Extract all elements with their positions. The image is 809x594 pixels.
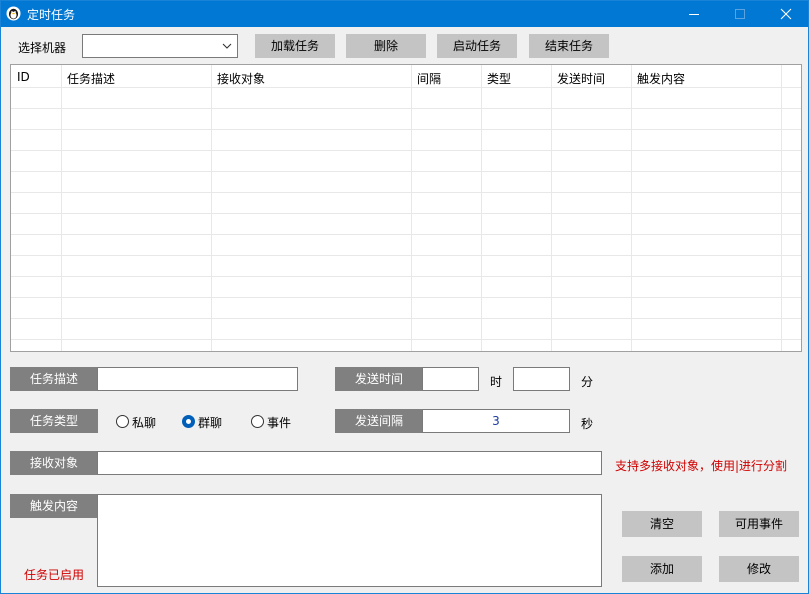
task-type-label: 任务类型 bbox=[10, 409, 98, 433]
machine-label: 选择机器 bbox=[18, 41, 67, 55]
column-header-type[interactable]: 类型 bbox=[487, 70, 511, 87]
column-header-receiver[interactable]: 接收对象 bbox=[217, 70, 265, 87]
trigger-content-textarea[interactable] bbox=[97, 494, 602, 587]
load-tasks-button[interactable]: 加载任务 bbox=[255, 34, 335, 58]
task-table-gridlines bbox=[11, 65, 801, 351]
column-header-content[interactable]: 触发内容 bbox=[637, 70, 685, 87]
radio-private-label: 私聊 bbox=[132, 416, 157, 430]
radio-event-indicator bbox=[251, 415, 264, 428]
radio-private-indicator bbox=[116, 415, 129, 428]
add-button[interactable]: 添加 bbox=[622, 556, 702, 582]
hour-input[interactable] bbox=[422, 367, 479, 391]
send-interval-input[interactable]: 3 bbox=[422, 409, 570, 433]
receiver-input[interactable] bbox=[97, 451, 602, 475]
maximize-button[interactable] bbox=[717, 1, 763, 27]
clear-button[interactable]: 清空 bbox=[622, 511, 702, 537]
column-header-id[interactable]: ID bbox=[17, 70, 30, 84]
task-status-text: 任务已启用 bbox=[24, 568, 85, 582]
minute-unit-label: 分 bbox=[581, 375, 594, 389]
penguin-app-icon bbox=[6, 6, 21, 21]
minimize-button[interactable] bbox=[671, 1, 717, 27]
column-header-desc[interactable]: 任务描述 bbox=[67, 70, 115, 87]
column-header-interval[interactable]: 间隔 bbox=[417, 70, 441, 87]
hour-unit-label: 时 bbox=[490, 375, 503, 389]
minimize-icon bbox=[689, 14, 699, 15]
trigger-content-label: 触发内容 bbox=[10, 494, 98, 518]
radio-event-label: 事件 bbox=[267, 416, 292, 430]
title-bar[interactable]: 定时任务 bbox=[1, 1, 808, 27]
close-button[interactable] bbox=[763, 1, 809, 27]
task-desc-label: 任务描述 bbox=[10, 367, 98, 391]
client-area: 选择机器 加载任务 删除 启动任务 结束任务 ID 任务描述 接收对象 间隔 类… bbox=[1, 27, 808, 593]
chevron-down-icon bbox=[222, 43, 232, 49]
receiver-label: 接收对象 bbox=[10, 451, 98, 475]
maximize-icon bbox=[735, 9, 745, 19]
machine-select[interactable] bbox=[82, 34, 238, 58]
minute-input[interactable] bbox=[513, 367, 570, 391]
modify-button[interactable]: 修改 bbox=[719, 556, 799, 582]
start-task-button[interactable]: 启动任务 bbox=[437, 34, 517, 58]
send-interval-label: 发送间隔 bbox=[335, 409, 423, 433]
receiver-hint: 支持多接收对象，使用|进行分割 bbox=[615, 459, 788, 473]
main-window: 定时任务 选择机器 加载任务 删除 启动任务 结束任务 ID 任务描述 接收对象… bbox=[0, 0, 809, 594]
interval-unit-label: 秒 bbox=[581, 417, 594, 431]
delete-button[interactable]: 删除 bbox=[346, 34, 426, 58]
close-icon bbox=[780, 8, 792, 20]
task-table[interactable]: ID 任务描述 接收对象 间隔 类型 发送时间 触发内容 bbox=[10, 64, 802, 352]
window-title: 定时任务 bbox=[27, 8, 76, 22]
column-header-send-time[interactable]: 发送时间 bbox=[557, 70, 605, 87]
stop-task-button[interactable]: 结束任务 bbox=[529, 34, 609, 58]
available-events-button[interactable]: 可用事件 bbox=[719, 511, 799, 537]
radio-group-indicator bbox=[182, 415, 195, 428]
task-desc-input[interactable] bbox=[97, 367, 298, 391]
radio-group-label: 群聊 bbox=[198, 416, 223, 430]
send-time-label: 发送时间 bbox=[335, 367, 423, 391]
